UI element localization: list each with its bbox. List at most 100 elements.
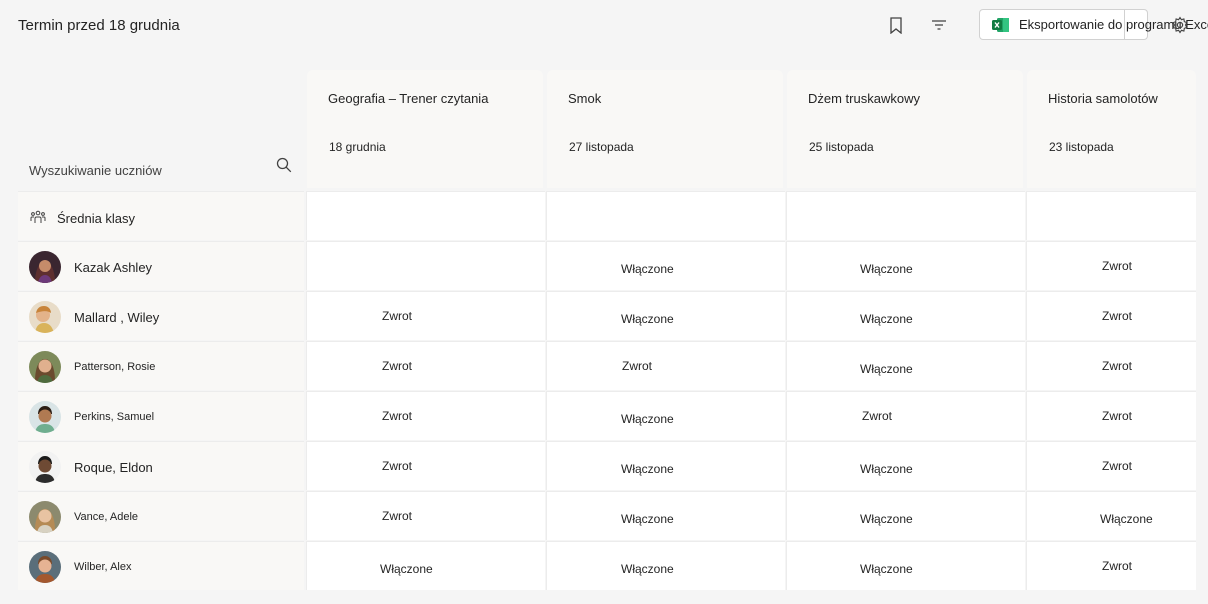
grade-cell[interactable]: Włączone xyxy=(546,441,785,490)
assignment-due-date: 18 grudnia xyxy=(329,140,386,154)
submission-status: Włączone xyxy=(860,312,913,326)
class-average-cell[interactable]: Średnia klasy xyxy=(18,191,304,240)
student-name-cell[interactable]: Mallard , Wiley xyxy=(18,291,304,340)
grade-cell[interactable]: Zwrot xyxy=(1026,441,1196,490)
grade-cell[interactable]: Zwrot xyxy=(1026,541,1196,590)
avatar xyxy=(29,251,61,283)
student-name: Mallard , Wiley xyxy=(74,310,160,325)
avatar xyxy=(29,401,61,433)
student-search-area: Wyszukiwanie uczniów xyxy=(18,70,304,188)
search-students-label[interactable]: Wyszukiwanie uczniów xyxy=(29,163,162,178)
assignment-title: Smok xyxy=(568,91,602,106)
avatar xyxy=(29,351,61,383)
assignment-header-3[interactable]: Dżem truskawkowy 25 listopada xyxy=(787,70,1023,188)
grade-cell[interactable] xyxy=(306,191,545,240)
assignment-header-4[interactable]: Historia samolotów 23 listopada xyxy=(1027,70,1196,188)
grade-cell[interactable]: Włączone xyxy=(1026,491,1196,540)
avatar xyxy=(29,501,61,533)
grade-cell[interactable]: Włączone xyxy=(546,391,785,440)
people-group-icon xyxy=(30,210,46,224)
submission-status: Zwrot xyxy=(1102,359,1132,373)
submission-status: Włączone xyxy=(860,562,913,576)
submission-status: Włączone xyxy=(621,562,674,576)
submission-status: Zwrot xyxy=(1102,309,1132,323)
grade-cell[interactable] xyxy=(786,191,1025,240)
submission-status: Zwrot xyxy=(382,509,412,523)
student-name: Kazak Ashley xyxy=(74,260,153,275)
grade-cell[interactable]: Zwrot xyxy=(306,491,545,540)
avatar xyxy=(29,451,61,483)
page-title: Termin przed 18 grudnia xyxy=(18,17,180,34)
export-to-excel-button[interactable]: Eksportowanie do programu Excel xyxy=(979,9,1208,40)
grade-cell[interactable]: Włączone xyxy=(786,241,1025,290)
submission-status: Włączone xyxy=(860,462,913,476)
class-average-row: Średnia klasy xyxy=(18,191,1196,240)
bookmark-icon[interactable] xyxy=(885,14,907,36)
student-name: Patterson, Rosie xyxy=(74,361,156,373)
submission-status: Zwrot xyxy=(1102,259,1132,273)
student-name-cell[interactable]: Vance, Adele xyxy=(18,491,304,540)
student-name-cell[interactable]: Patterson, Rosie xyxy=(18,341,304,390)
grade-cell[interactable]: Zwrot xyxy=(306,441,545,490)
table-row: Mallard , Wiley Zwrot Włączone Włączone … xyxy=(18,291,1196,340)
export-button-divider xyxy=(1124,9,1125,40)
submission-status: Włączone xyxy=(860,512,913,526)
grade-cell[interactable]: Włączone xyxy=(546,491,785,540)
gear-icon[interactable] xyxy=(1169,14,1191,36)
grade-cell[interactable]: Włączone xyxy=(546,291,785,340)
submission-status: Zwrot xyxy=(1102,409,1132,423)
assignment-title: Dżem truskawkowy xyxy=(808,91,920,106)
assignment-header-2[interactable]: Smok 27 listopada xyxy=(547,70,783,188)
grade-cell[interactable]: Włączone xyxy=(546,241,785,290)
grade-cell[interactable] xyxy=(1026,191,1196,240)
submission-status: Zwrot xyxy=(382,309,412,323)
submission-status: Włączone xyxy=(380,562,433,576)
assignment-title: Historia samolotów xyxy=(1048,91,1158,106)
student-name-cell[interactable]: Roque, Eldon xyxy=(18,441,304,490)
assignment-due-date: 25 listopada xyxy=(809,140,874,154)
student-name-cell[interactable]: Perkins, Samuel xyxy=(18,391,304,440)
submission-status: Włączone xyxy=(621,512,674,526)
grade-cell[interactable] xyxy=(306,241,545,290)
grade-cell[interactable]: Włączone xyxy=(786,291,1025,340)
grade-cell[interactable]: Włączone xyxy=(546,541,785,590)
student-name-cell[interactable]: Kazak Ashley xyxy=(18,241,304,290)
avatar xyxy=(29,301,61,333)
submission-status: Zwrot xyxy=(1102,459,1132,473)
assignment-header-1[interactable]: Geografia – Trener czytania 18 grudnia xyxy=(307,70,543,188)
grade-cell[interactable]: Zwrot xyxy=(306,391,545,440)
table-row: Wilber, Alex Włączone Włączone Włączone … xyxy=(18,541,1196,590)
submission-status: Włączone xyxy=(860,262,913,276)
grade-cell[interactable]: Włączone xyxy=(786,441,1025,490)
student-name: Wilber, Alex xyxy=(74,561,132,573)
excel-icon xyxy=(992,17,1010,33)
grade-cell[interactable]: Zwrot xyxy=(1026,241,1196,290)
submission-status: Włączone xyxy=(1100,512,1153,526)
student-name: Perkins, Samuel xyxy=(74,411,155,423)
grade-cell[interactable]: Zwrot xyxy=(546,341,785,390)
filter-icon[interactable] xyxy=(928,14,950,36)
grade-cell[interactable]: Zwrot xyxy=(306,291,545,340)
submission-status: Zwrot xyxy=(1102,559,1132,573)
search-icon[interactable] xyxy=(276,157,294,175)
grade-cell[interactable]: Włączone xyxy=(306,541,545,590)
submission-status: Włączone xyxy=(621,312,674,326)
table-row: Roque, Eldon Zwrot Włączone Włączone Zwr… xyxy=(18,441,1196,490)
grade-cell[interactable]: Włączone xyxy=(786,491,1025,540)
grade-cell[interactable]: Włączone xyxy=(786,541,1025,590)
student-name: Roque, Eldon xyxy=(74,460,153,475)
submission-status: Włączone xyxy=(621,462,674,476)
student-name-cell[interactable]: Wilber, Alex xyxy=(18,541,304,590)
grade-cell[interactable]: Włączone xyxy=(786,341,1025,390)
grade-cell[interactable]: Zwrot xyxy=(306,341,545,390)
submission-status: Włączone xyxy=(621,262,674,276)
grade-cell[interactable]: Zwrot xyxy=(1026,291,1196,340)
grade-cell[interactable]: Zwrot xyxy=(1026,391,1196,440)
table-row: Kazak Ashley Włączone Włączone Zwrot xyxy=(18,241,1196,290)
grade-cell[interactable] xyxy=(546,191,785,240)
grade-cell[interactable]: Zwrot xyxy=(1026,341,1196,390)
grade-cell[interactable]: Zwrot xyxy=(786,391,1025,440)
submission-status: Zwrot xyxy=(382,409,412,423)
submission-status: Zwrot xyxy=(862,409,892,423)
table-row: Patterson, Rosie Zwrot Zwrot Włączone Zw… xyxy=(18,341,1196,390)
